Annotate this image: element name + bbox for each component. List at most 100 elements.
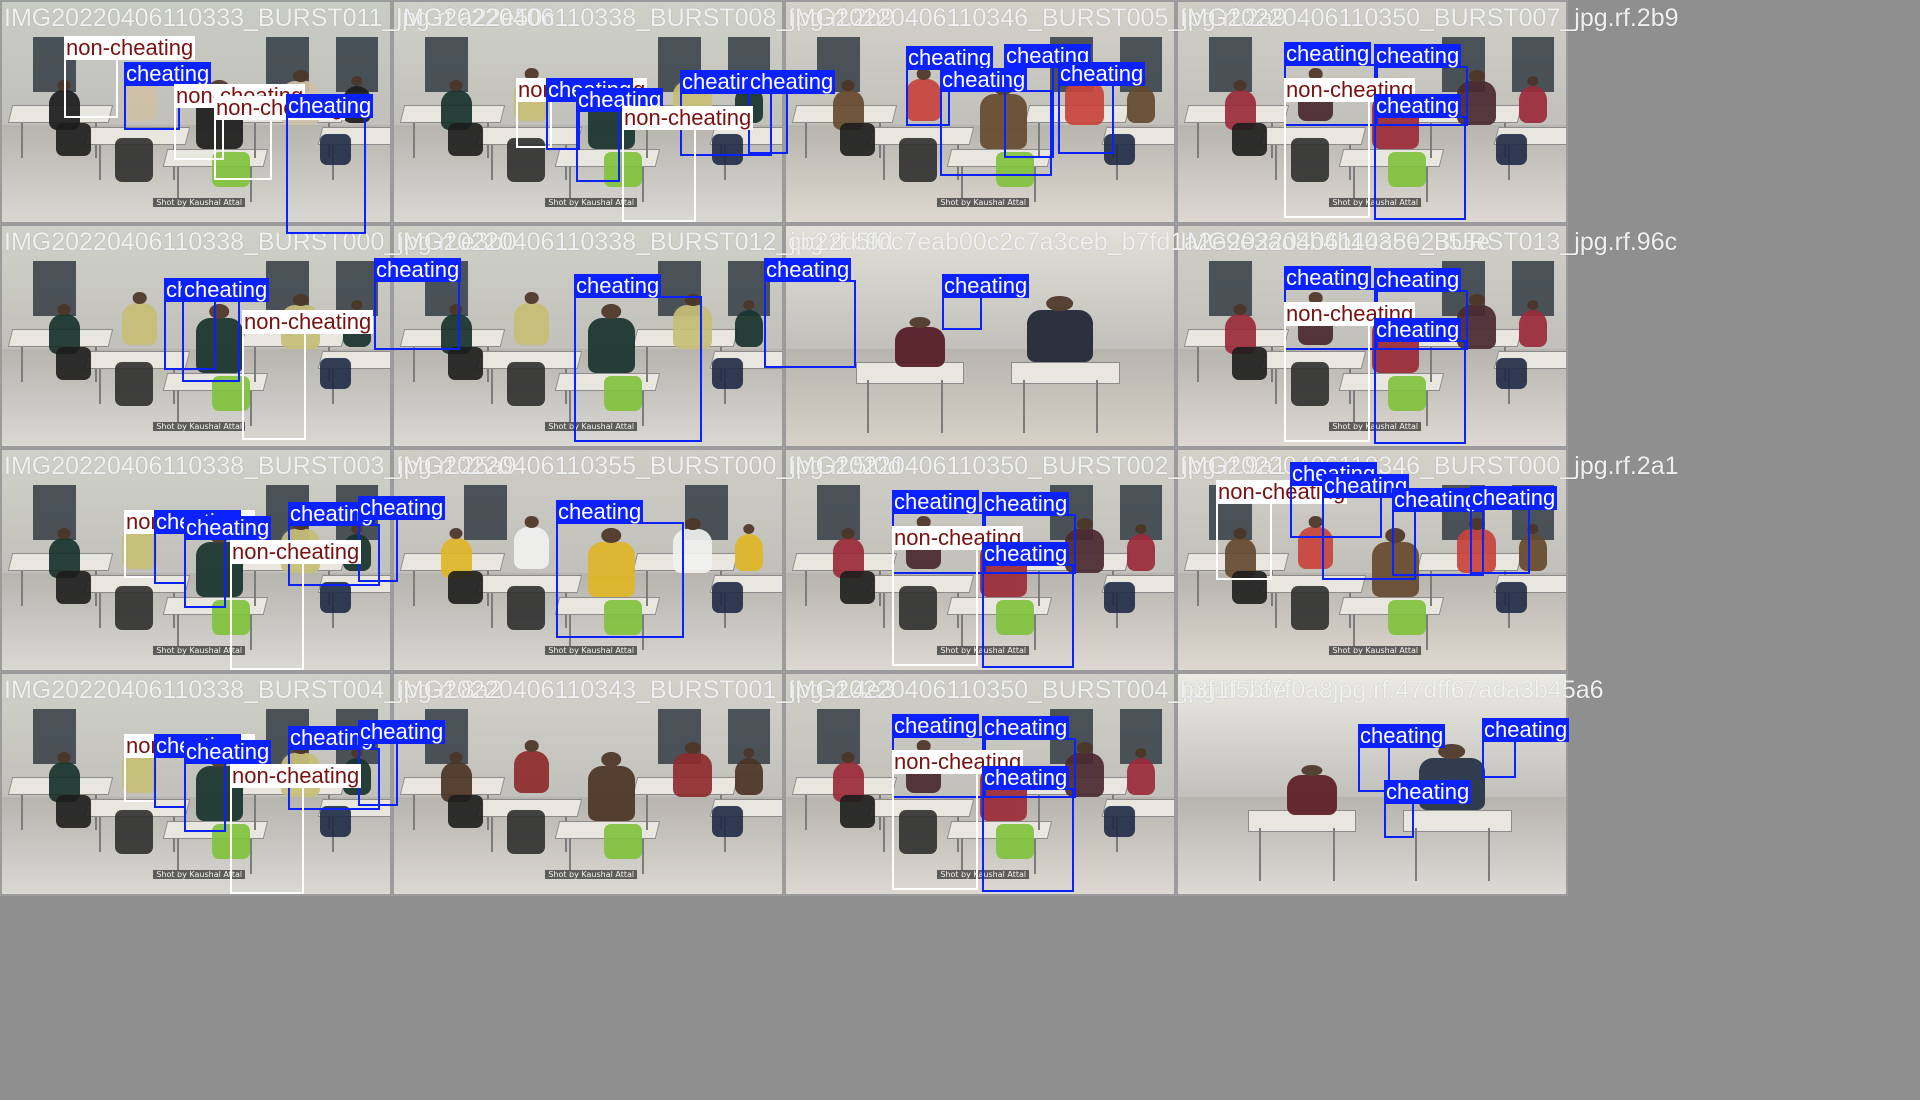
desk-leg [1275, 369, 1277, 405]
image-filename-label: b3f1f5bf7f0a8jpg.rf.47dff67ada3b45a6 [1180, 676, 1604, 704]
student-head [1301, 764, 1323, 776]
student-figure [1127, 75, 1155, 123]
non-cheating-bounding-box: non-cheating [124, 510, 256, 578]
image-tile: Shot by Kaushal Attal IMG20220406110343_B… [392, 672, 895, 896]
cheating-bounding-box: cheating [374, 258, 462, 350]
non-cheating-bounding-box: non-cheating [214, 96, 346, 180]
cheating-bounding-box: cheating [942, 274, 1030, 330]
desk-leg [21, 571, 24, 607]
student-head [684, 517, 701, 531]
backpack [1232, 347, 1268, 380]
desk-leg [1275, 593, 1277, 629]
desk-leg [99, 593, 101, 629]
student-head [841, 751, 855, 763]
cheating-label: cheating [1284, 41, 1372, 66]
backpack [114, 362, 154, 407]
non-cheating-bounding-box: non-cheating [892, 750, 1024, 890]
cheating-label: cheating [982, 541, 1070, 566]
cheating-label: cheating [1358, 723, 1446, 748]
cheating-label: cheating [892, 489, 980, 514]
non-cheating-label: non-cheating [242, 309, 374, 334]
desk-leg [491, 593, 493, 629]
desk-leg [21, 123, 24, 159]
backpack [1387, 599, 1427, 635]
desk-leg [883, 817, 885, 853]
student-figure [1519, 75, 1547, 123]
desk-leg [413, 123, 416, 159]
cheating-bounding-box: cheating [154, 734, 242, 808]
cheating-label: cheating [556, 499, 644, 524]
backpack [56, 123, 92, 156]
photo-watermark: Shot by Kaushal Attal [545, 645, 638, 655]
student-head [524, 740, 540, 752]
student-head [57, 527, 71, 539]
student-head [132, 292, 148, 304]
cheating-label: cheating [184, 739, 272, 764]
cheating-bounding-box: cheating [124, 62, 212, 130]
photo-watermark: Shot by Kaushal Attal [545, 869, 638, 879]
student-head [292, 69, 309, 83]
student-figure [514, 516, 550, 569]
desk-leg [99, 145, 101, 181]
non-cheating-bounding-box: non-cheating [64, 36, 196, 118]
cheating-label: cheating [982, 765, 1070, 790]
desk-leg [941, 380, 944, 433]
desk-leg [805, 795, 808, 831]
student-head [1468, 293, 1485, 307]
desk-leg [1259, 828, 1262, 881]
cheating-bounding-box: cheating [182, 278, 270, 382]
cheating-bounding-box: cheating [982, 542, 1074, 668]
student-figure [1127, 523, 1155, 571]
backpack [1496, 358, 1528, 389]
image-tile: Shot by Kaushal Attal IMG20220406110338_B… [0, 672, 503, 896]
backpack [448, 571, 484, 604]
desk-leg [491, 817, 493, 853]
cheating-bounding-box: cheating [1058, 62, 1146, 154]
backpack [1232, 123, 1268, 156]
student-figure [735, 299, 763, 347]
student-head [1076, 741, 1093, 755]
photo-watermark: Shot by Kaushal Attal [937, 197, 1030, 207]
image-tile: Shot by Kaushal Attal IMG20220406110355_B… [392, 448, 901, 672]
backpack [712, 582, 744, 613]
cheating-bounding-box: cheating [574, 274, 702, 442]
non-cheating-label: non-cheating [230, 539, 362, 564]
cheating-bounding-box: cheating [556, 500, 684, 638]
cheating-label: cheating [358, 495, 446, 520]
desk-leg [21, 795, 24, 831]
student-figure [588, 752, 635, 822]
backpack [712, 806, 744, 837]
image-tile: Shot by Kaushal Attal IMG20220406110346_B… [784, 0, 1287, 224]
non-cheating-bounding-box: non-cheating [1284, 78, 1416, 218]
cheating-label: cheating [892, 713, 980, 738]
desk [1403, 810, 1512, 833]
backpack [506, 810, 546, 855]
student-head [909, 316, 931, 328]
cheating-label: cheating [374, 257, 462, 282]
image-tile: Shot by Kaushal Attal IMG20220406110338_B… [392, 0, 895, 224]
cheating-label: cheating [1058, 61, 1146, 86]
cheating-label: cheating [1482, 717, 1570, 742]
photo-watermark: Shot by Kaushal Attal [153, 197, 246, 207]
student-head [449, 79, 463, 91]
desk-leg [1197, 571, 1200, 607]
cheating-label: cheating [1470, 485, 1558, 510]
backpack [712, 358, 744, 389]
backpack [448, 795, 484, 828]
backpack [56, 795, 92, 828]
desk-leg [646, 795, 649, 831]
cheating-label: cheating [1284, 265, 1372, 290]
desk-leg [1197, 347, 1200, 383]
cheating-bounding-box: cheating [764, 258, 856, 368]
backpack [114, 586, 154, 631]
cheating-bounding-box: cheating [546, 78, 634, 150]
student-head [1233, 79, 1247, 91]
desk-leg [642, 839, 645, 875]
cheating-bounding-box: cheating [286, 94, 374, 234]
desk-leg [1333, 828, 1336, 881]
cheating-label: cheating [1392, 487, 1480, 512]
student-head [1076, 517, 1093, 531]
non-cheating-bounding-box: non-cheating [230, 540, 362, 670]
student-head [449, 751, 463, 763]
backpack [840, 795, 876, 828]
